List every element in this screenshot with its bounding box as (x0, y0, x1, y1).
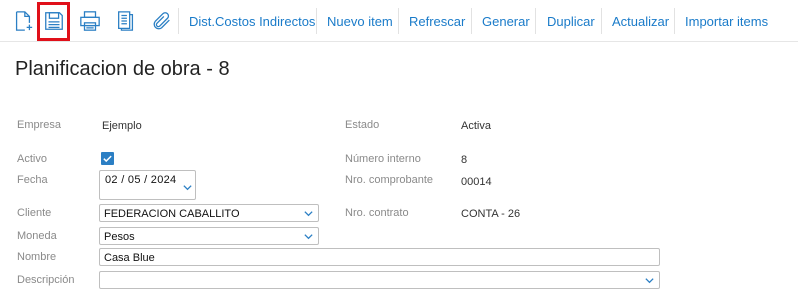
activo-label: Activo (17, 153, 47, 165)
cliente-value: FEDERACION CABALLITO (104, 208, 240, 220)
fecha-date-picker[interactable]: 02 / 05 / 2024 (99, 170, 196, 200)
chevron-down-icon[interactable] (303, 231, 314, 242)
empresa-value: Ejemplo (102, 120, 142, 132)
nro-contrato-label: Nro. contrato (345, 207, 409, 219)
moneda-label: Moneda (17, 230, 57, 242)
nombre-label: Nombre (17, 251, 57, 263)
chevron-down-icon[interactable] (303, 208, 314, 219)
toolbar-separator (601, 8, 602, 34)
attachment-icon[interactable] (149, 8, 175, 34)
chevron-down-icon[interactable] (182, 182, 193, 193)
descripcion-select[interactable] (99, 271, 660, 289)
page-title: Planificacion de obra - 8 (15, 58, 230, 80)
numero-interno-label: Número interno (345, 153, 421, 165)
nro-comprobante-label: Nro. comprobante (345, 174, 434, 186)
empresa-label: Empresa (17, 119, 62, 131)
report-icon[interactable] (113, 8, 139, 34)
activo-checkbox[interactable] (101, 152, 114, 165)
cliente-label: Cliente (17, 207, 52, 219)
nro-contrato-value: CONTA - 26 (461, 208, 521, 220)
nro-comprobante-value: 00014 (461, 176, 492, 188)
checkmark-icon (103, 155, 112, 163)
toolbar-separator (674, 8, 675, 34)
dist-costos-indirectos-button[interactable]: Dist.Costos Indirectos (189, 14, 315, 29)
toolbar-separator (471, 8, 472, 34)
actualizar-button[interactable]: Actualizar (612, 14, 669, 29)
importar-items-button[interactable]: Importar items (685, 14, 768, 29)
toolbar-separator (535, 8, 536, 34)
toolbar: Dist.Costos Indirectos Nuevo item Refres… (0, 0, 798, 42)
numero-interno-value: 8 (461, 154, 468, 166)
duplicar-button[interactable]: Duplicar (547, 14, 595, 29)
estado-label: Estado (345, 119, 380, 131)
nombre-input[interactable]: Casa Blue (99, 248, 660, 266)
estado-value: Activa (461, 120, 491, 132)
cliente-select[interactable]: FEDERACION CABALLITO (99, 204, 319, 222)
descripcion-label: Descripción (17, 274, 75, 286)
fecha-value: 02 / 05 / 2024 (105, 174, 177, 186)
toolbar-separator (316, 8, 317, 34)
nombre-value: Casa Blue (104, 252, 155, 264)
moneda-select[interactable]: Pesos (99, 227, 319, 245)
nuevo-item-button[interactable]: Nuevo item (327, 14, 393, 29)
print-icon[interactable] (77, 8, 103, 34)
refrescar-button[interactable]: Refrescar (409, 14, 465, 29)
save-icon[interactable] (41, 8, 67, 34)
moneda-value: Pesos (104, 231, 135, 243)
toolbar-separator (398, 8, 399, 34)
new-document-icon[interactable] (10, 8, 36, 34)
generar-button[interactable]: Generar (482, 14, 530, 29)
toolbar-separator (178, 8, 179, 34)
fecha-label: Fecha (17, 174, 48, 186)
chevron-down-icon[interactable] (644, 275, 655, 286)
